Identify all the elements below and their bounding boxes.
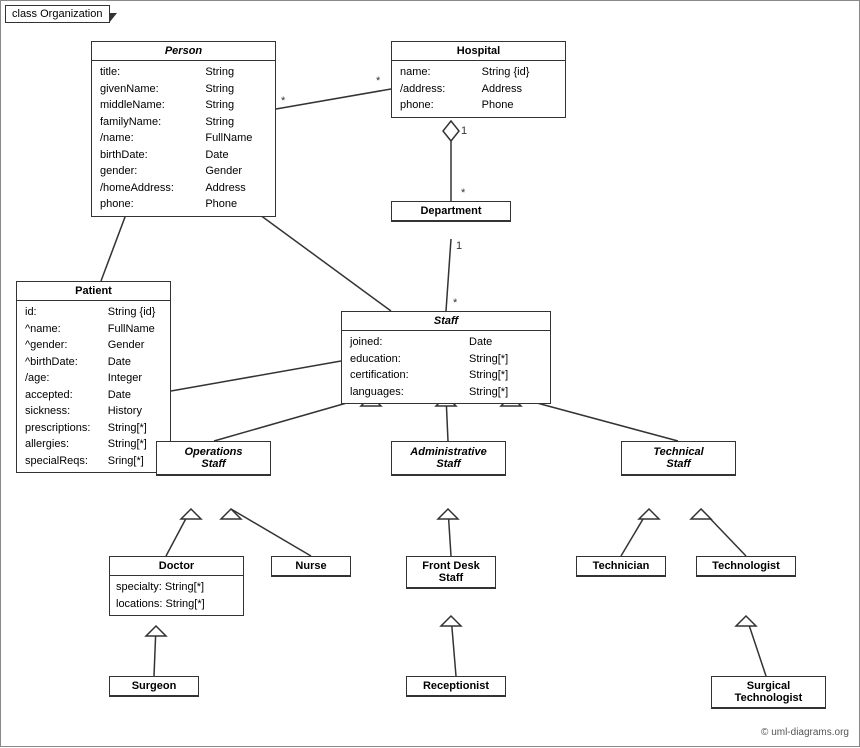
patient-class: Patient id:String {id} ^name:FullName ^g… — [16, 281, 171, 473]
technical-staff-class: TechnicalStaff — [621, 441, 736, 476]
person-header: Person — [92, 42, 275, 61]
technician-class: Technician — [576, 556, 666, 577]
staff-header: Staff — [342, 312, 550, 331]
hospital-header: Hospital — [392, 42, 565, 61]
technician-header: Technician — [577, 557, 665, 576]
doctor-header: Doctor — [110, 557, 243, 576]
surgical-technologist-class: SurgicalTechnologist — [711, 676, 826, 709]
surgeon-class: Surgeon — [109, 676, 199, 697]
svg-text:1: 1 — [461, 125, 467, 137]
svg-text:*: * — [461, 187, 466, 199]
doctor-class: Doctor specialty: String[*] locations: S… — [109, 556, 244, 616]
hospital-body: name:String {id} /address:Address phone:… — [392, 61, 565, 117]
svg-text:1: 1 — [456, 240, 462, 252]
receptionist-header: Receptionist — [407, 677, 505, 696]
hospital-class: Hospital name:String {id} /address:Addre… — [391, 41, 566, 118]
administrative-staff-header: AdministrativeStaff — [392, 442, 505, 475]
patient-header: Patient — [17, 282, 170, 301]
person-class: Person title:String givenName:String mid… — [91, 41, 276, 217]
person-body: title:String givenName:String middleName… — [92, 61, 275, 216]
technical-staff-header: TechnicalStaff — [622, 442, 735, 475]
patient-body: id:String {id} ^name:FullName ^gender:Ge… — [17, 301, 170, 472]
doctor-body: specialty: String[*] locations: String[*… — [110, 576, 243, 615]
surgeon-header: Surgeon — [110, 677, 198, 696]
department-header: Department — [392, 202, 510, 221]
front-desk-header: Front DeskStaff — [407, 557, 495, 588]
staff-body: joined:Date education:String[*] certific… — [342, 331, 550, 403]
svg-text:*: * — [281, 95, 286, 107]
uml-diagram: class Organization * * 1 * 1 * — [0, 0, 860, 747]
diagram-title: class Organization — [5, 5, 110, 23]
administrative-staff-class: AdministrativeStaff — [391, 441, 506, 476]
department-class: Department — [391, 201, 511, 222]
receptionist-class: Receptionist — [406, 676, 506, 697]
operations-staff-header: OperationsStaff — [157, 442, 270, 475]
copyright: © uml-diagrams.org — [761, 727, 849, 738]
svg-text:*: * — [453, 297, 458, 309]
technologist-header: Technologist — [697, 557, 795, 576]
surgical-technologist-header: SurgicalTechnologist — [712, 677, 825, 708]
technologist-class: Technologist — [696, 556, 796, 577]
nurse-class: Nurse — [271, 556, 351, 577]
nurse-header: Nurse — [272, 557, 350, 576]
svg-text:*: * — [376, 75, 381, 87]
operations-staff-class: OperationsStaff — [156, 441, 271, 476]
front-desk-class: Front DeskStaff — [406, 556, 496, 589]
staff-class: Staff joined:Date education:String[*] ce… — [341, 311, 551, 404]
